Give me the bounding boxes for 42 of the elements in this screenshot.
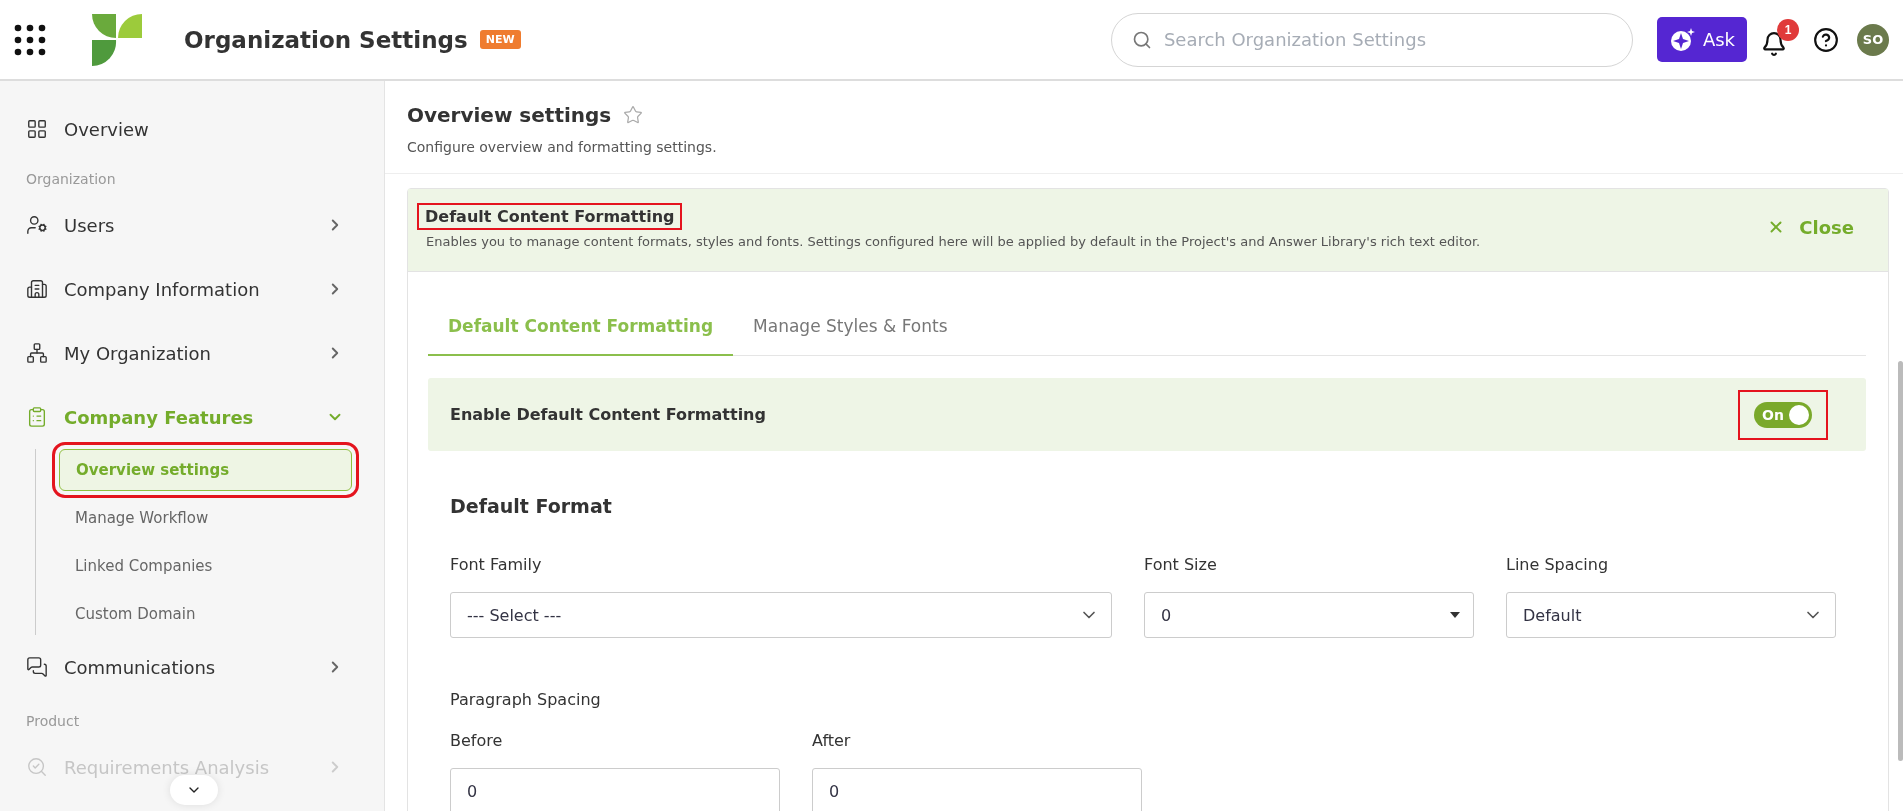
- app-grid-icon[interactable]: [14, 23, 46, 56]
- tab[interactable]: Manage Styles & Fonts: [733, 302, 968, 356]
- submenu-item[interactable]: Linked Companies: [59, 545, 352, 587]
- input-field[interactable]: 0: [812, 768, 1142, 811]
- page-title: Overview settings: [407, 103, 612, 127]
- caret-icon: [1449, 611, 1461, 619]
- notifications-button[interactable]: 1: [1757, 18, 1799, 61]
- field-label: Before: [450, 731, 504, 750]
- field-label: Font Size: [1144, 555, 1218, 574]
- select-field[interactable]: --- Select ---: [450, 592, 1112, 638]
- section-heading: Organization: [26, 170, 117, 189]
- section-title: Default Format: [450, 495, 613, 517]
- search-icon: [1131, 29, 1152, 50]
- field-label: After: [812, 731, 852, 750]
- field-label: Font Family: [450, 555, 543, 574]
- panel-description: Enables you to manage content formats, styles and fonts. Settings configured here will be applied by default in the Project's and Answer Library's rich text editor.: [426, 234, 1481, 249]
- logo: [90, 13, 142, 66]
- panel-title: Default Content Formatting: [419, 205, 681, 228]
- select-field[interactable]: Default: [1506, 592, 1836, 638]
- sidebar-item[interactable]: Company Information: [26, 257, 384, 321]
- page-subtitle: Configure overview and formatting settings.: [407, 139, 718, 155]
- new-badge: NEW: [479, 30, 521, 49]
- bell-icon: [1761, 30, 1787, 57]
- user-avatar[interactable]: SO: [1857, 23, 1889, 56]
- input-field[interactable]: 0: [450, 768, 780, 811]
- select-field[interactable]: 0: [1144, 592, 1474, 638]
- sidebar-item[interactable]: My Organization: [26, 321, 384, 385]
- sidebar-item[interactable]: Overview: [26, 101, 384, 157]
- app-title: Organization Settings: [184, 26, 468, 53]
- submenu-item[interactable]: Manage Workflow: [59, 497, 352, 539]
- submenu-item[interactable]: Custom Domain: [59, 593, 352, 635]
- section-heading: Product: [26, 712, 81, 731]
- sparkle-icon: [1668, 26, 1695, 53]
- field-label: Line Spacing: [1506, 555, 1610, 574]
- sidebar-item[interactable]: Users: [26, 193, 384, 257]
- favorite-star-icon[interactable]: [623, 105, 644, 125]
- help-icon: [1813, 26, 1839, 53]
- field-label: Paragraph Spacing: [450, 690, 602, 709]
- notification-count: 1: [1777, 18, 1799, 41]
- sidebar-item[interactable]: Communications: [26, 635, 384, 699]
- ask-button[interactable]: Ask: [1656, 17, 1747, 62]
- enable-label: Enable Default Content Formatting: [450, 405, 766, 424]
